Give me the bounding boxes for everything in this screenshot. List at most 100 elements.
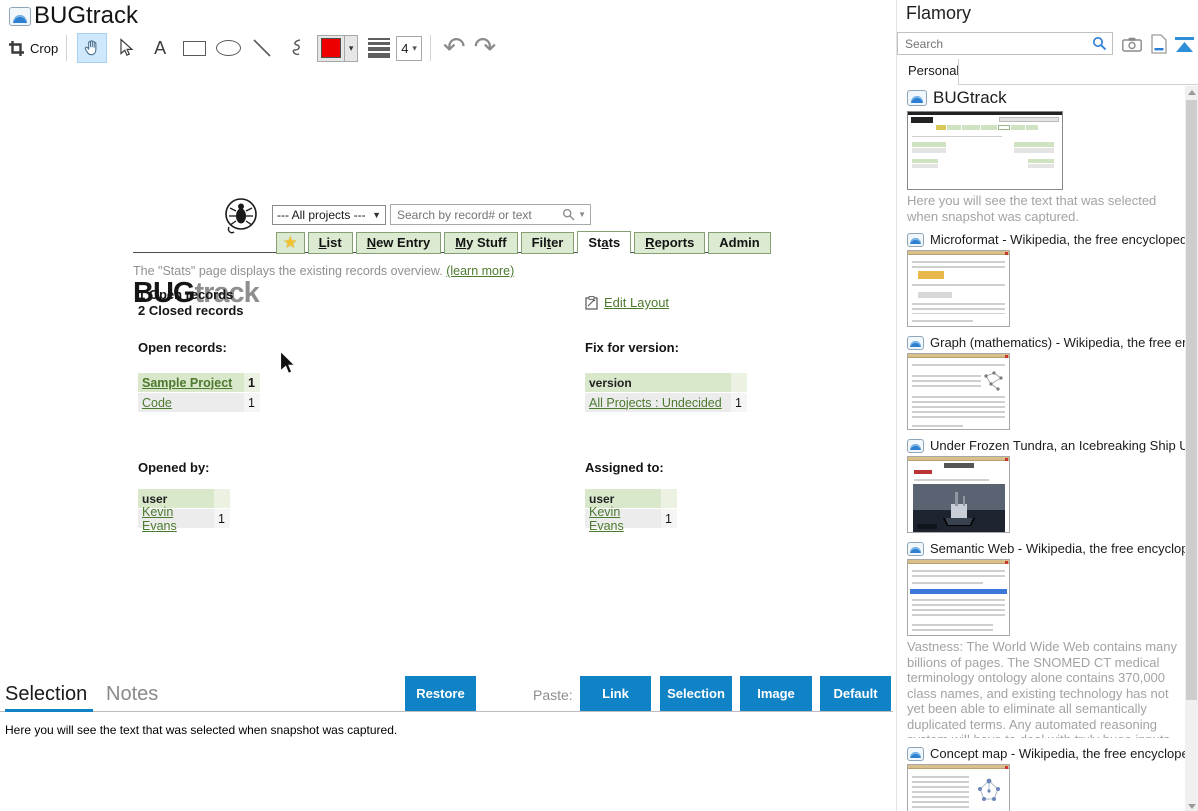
list-item[interactable]: Concept map - Wikipedia, the free encycl… xyxy=(907,746,1185,811)
crop-button[interactable]: Crop xyxy=(8,40,58,57)
select-arrow-tool[interactable] xyxy=(111,33,141,63)
scrollbar-thumb[interactable] xyxy=(1186,100,1197,700)
record-count: 1 xyxy=(214,509,230,528)
projects-dropdown-value: --- All projects --- xyxy=(277,208,366,222)
tab-bar-line xyxy=(958,84,1198,85)
snapshot-canvas[interactable]: BUGtrack --- All projects --- ▼ ▼ ★ List… xyxy=(0,66,896,676)
snapshot-title: Microformat - Wikipedia, the free encycl… xyxy=(930,232,1185,247)
squiggle-icon xyxy=(292,39,301,56)
column-header: version xyxy=(585,373,731,392)
graph-diagram xyxy=(984,371,1003,391)
line-tool[interactable] xyxy=(247,33,277,63)
text-tool-icon: A xyxy=(154,37,167,58)
sidebar-scrollbar[interactable] xyxy=(1185,86,1198,811)
ellipse-tool[interactable] xyxy=(213,33,243,63)
table-row: Kevin Evans 1 xyxy=(585,505,677,533)
pin-to-top-icon[interactable] xyxy=(1174,36,1195,54)
tab-reports[interactable]: Reports xyxy=(634,232,706,254)
list-item[interactable]: Microformat - Wikipedia, the free encycl… xyxy=(907,232,1185,327)
snapshot-thumbnail[interactable] xyxy=(907,353,1010,430)
concept-map-diagram xyxy=(978,778,1000,801)
freehand-tool[interactable] xyxy=(281,33,311,63)
snapshot-title: BUGtrack xyxy=(933,88,1007,107)
paste-selection-button[interactable]: Selection xyxy=(660,676,732,711)
snapshot-thumbnail[interactable] xyxy=(907,456,1010,533)
tab-notes[interactable]: Notes xyxy=(106,683,158,706)
record-search-box[interactable]: ▼ xyxy=(390,204,591,225)
ellipse-icon xyxy=(215,40,241,56)
tab-stats[interactable]: Stats xyxy=(577,231,632,254)
selection-text: Here you will see the text that was sele… xyxy=(5,723,398,737)
pen-width-select[interactable]: 4 ▾ xyxy=(396,35,422,61)
sidebar-search-box[interactable] xyxy=(897,32,1113,55)
learn-more-link[interactable]: (learn more) xyxy=(446,264,514,278)
tab-admin[interactable]: Admin xyxy=(708,232,771,254)
scroll-down-arrow[interactable] xyxy=(1187,804,1196,809)
list-item[interactable]: BUGtrack Here you will see the text that… xyxy=(907,88,1185,224)
pan-hand-tool[interactable] xyxy=(77,33,108,63)
sidebar-search-input[interactable] xyxy=(903,35,1092,52)
tab-new-entry[interactable]: New Entry xyxy=(355,232,442,254)
color-dropdown-arrow[interactable]: ▾ xyxy=(344,35,357,61)
list-item[interactable]: Semantic Web - Wikipedia, the free encyc… xyxy=(907,541,1185,738)
toolbar-separator xyxy=(66,35,68,61)
assigned-to-table: user Kevin Evans 1 xyxy=(585,489,677,533)
user-link[interactable]: Kevin Evans xyxy=(589,505,657,533)
pen-width-dropdown-arrow: ▾ xyxy=(412,42,417,53)
snapshot-icon xyxy=(907,232,924,247)
restore-button[interactable]: Restore xyxy=(405,676,476,711)
tab-list[interactable]: List xyxy=(307,232,353,254)
version-link[interactable]: All Projects : Undecided xyxy=(589,396,722,410)
search-dropdown-arrow: ▼ xyxy=(578,210,586,219)
fix-for-version-title: Fix for version: xyxy=(585,340,679,355)
paste-link-button[interactable]: Link xyxy=(580,676,651,711)
tab-selection[interactable]: Selection xyxy=(5,683,87,706)
crop-icon xyxy=(9,40,24,56)
list-item[interactable]: Under Frozen Tundra, an Icebreaking Ship… xyxy=(907,438,1185,533)
rectangle-icon xyxy=(182,40,206,56)
bugtrack-tab-bar: ★ List New Entry My Stuff Filter Stats R… xyxy=(276,231,771,254)
pen-width-value: 4 xyxy=(401,40,409,56)
list-item[interactable]: Graph (mathematics) - Wikipedia, the fre… xyxy=(907,335,1185,430)
tab-personal[interactable]: Personal xyxy=(908,63,959,78)
open-records-summary: 1 Open records xyxy=(138,287,234,302)
rectangle-tool[interactable] xyxy=(179,33,209,63)
tab-my-stuff[interactable]: My Stuff xyxy=(444,232,518,254)
record-search-input[interactable] xyxy=(395,206,563,223)
project-link[interactable]: Code xyxy=(142,396,172,410)
undo-button[interactable]: ↶ xyxy=(443,34,466,61)
fix-for-version-table: version All Projects : Undecided 1 xyxy=(585,373,747,413)
app-icon xyxy=(9,7,31,26)
scroll-up-arrow[interactable] xyxy=(1187,90,1196,95)
edit-layout-link[interactable]: Edit Layout xyxy=(585,295,669,310)
stats-description: The "Stats" page displays the existing r… xyxy=(133,264,515,278)
snapshot-icon xyxy=(907,746,924,761)
panel-divider xyxy=(0,711,893,712)
document-icon[interactable] xyxy=(1151,34,1167,54)
projects-dropdown[interactable]: --- All projects --- ▼ xyxy=(272,205,386,225)
snapshot-thumbnail[interactable] xyxy=(907,250,1010,327)
snapshot-thumbnail[interactable] xyxy=(907,111,1063,190)
open-records-table: Sample Project 1 Code 1 xyxy=(138,373,260,413)
user-link[interactable]: Kevin Evans xyxy=(142,505,210,533)
record-count: 1 xyxy=(731,393,747,412)
color-picker[interactable]: ▾ xyxy=(317,34,359,62)
tab-favorites[interactable]: ★ xyxy=(276,232,305,254)
paste-default-button[interactable]: Default xyxy=(820,676,891,711)
snapshot-icon xyxy=(907,335,924,350)
snapshot-thumbnail[interactable] xyxy=(907,559,1010,636)
snapshot-title: Graph (mathematics) - Wikipedia, the fre… xyxy=(930,335,1185,350)
paste-image-button[interactable]: Image xyxy=(740,676,812,711)
search-icon xyxy=(563,208,575,221)
tab-filter[interactable]: Filter xyxy=(520,232,575,254)
opened-by-table: user Kevin Evans 1 xyxy=(138,489,230,533)
project-link[interactable]: Sample Project xyxy=(142,376,232,390)
camera-icon[interactable] xyxy=(1122,37,1142,52)
projects-dropdown-arrow: ▼ xyxy=(372,210,381,220)
text-tool[interactable]: A xyxy=(145,33,175,63)
snapshot-snippet: Here you will see the text that was sele… xyxy=(907,193,1157,224)
snapshot-snippet: Vastness: The World Wide Web contains ma… xyxy=(907,639,1177,738)
active-tab-underline xyxy=(5,709,93,712)
redo-button[interactable]: ↷ xyxy=(474,34,497,61)
snapshot-thumbnail[interactable] xyxy=(907,764,1010,811)
